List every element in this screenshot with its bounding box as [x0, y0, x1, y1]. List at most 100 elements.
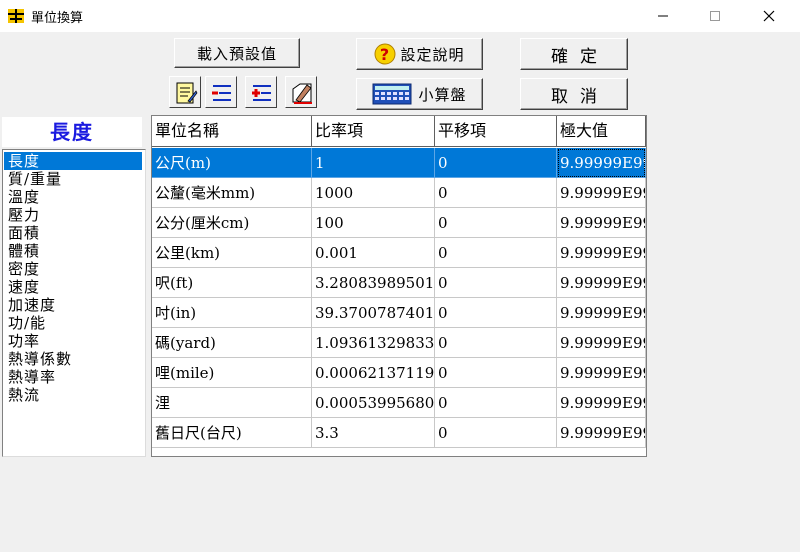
cancel-button[interactable]: 取消 — [520, 78, 628, 110]
cell-unit-name[interactable]: 公分(厘米cm) — [152, 208, 312, 238]
header-max-value[interactable]: 極大值 — [557, 116, 646, 147]
cell-unit-name[interactable]: 公尺(m) — [152, 148, 312, 178]
unit-table[interactable]: 單位名稱 比率項 平移項 極大值 公尺(m) 1 0 9.99999E99 公釐(毫米m… — [151, 115, 647, 457]
cell-ratio[interactable]: 0.000539956803456 — [312, 388, 435, 418]
category-list[interactable]: 長度 質/重量 溫度 壓力 面積 體積 密度 速度 加速度 功/能 功率 熱導係數 熱導率 熱流 — [2, 149, 146, 457]
cell-ratio[interactable]: 100 — [312, 208, 435, 238]
category-item[interactable]: 熱流 — [3, 386, 145, 404]
load-defaults-button[interactable]: 載入預設值 — [174, 38, 300, 68]
category-item[interactable]: 壓力 — [3, 206, 145, 224]
calculator-label: 小算盤 — [418, 85, 467, 104]
cell-ratio[interactable]: 39.37007874015748 — [312, 298, 435, 328]
table-row[interactable]: 哩(mile)0.00062137119223709.99999E99 — [152, 358, 646, 388]
cell-max-value[interactable]: 9.99999E99 — [557, 148, 646, 178]
header-offset[interactable]: 平移項 — [435, 116, 557, 147]
table-row[interactable]: 呎(ft)3.28083989501312309.99999E99 — [152, 268, 646, 298]
cell-max-value[interactable]: 9.99999E99 — [557, 238, 646, 268]
cell-offset[interactable]: 0 — [435, 148, 557, 178]
cell-unit-name[interactable]: 浬 — [152, 388, 312, 418]
cell-offset[interactable]: 0 — [435, 388, 557, 418]
close-button[interactable] — [746, 0, 792, 32]
cell-max-value[interactable]: 9.99999E99 — [557, 178, 646, 208]
load-defaults-label: 載入預設值 — [196, 44, 277, 63]
insert-row-button[interactable] — [245, 76, 277, 108]
cell-max-value[interactable]: 9.99999E99 — [557, 388, 646, 418]
cell-max-value[interactable]: 9.99999E99 — [557, 298, 646, 328]
category-item[interactable]: 密度 — [3, 260, 145, 278]
cell-ratio[interactable]: 1.093613298337708 — [312, 328, 435, 358]
calculator-button[interactable]: 小算盤 — [356, 78, 483, 110]
minimize-icon — [658, 15, 668, 17]
cell-max-value[interactable]: 9.99999E99 — [557, 358, 646, 388]
category-item[interactable]: 熱導率 — [3, 368, 145, 386]
help-button[interactable]: ? 設定說明 — [356, 38, 483, 70]
category-item[interactable]: 面積 — [3, 224, 145, 242]
cell-offset[interactable]: 0 — [435, 418, 557, 448]
close-icon — [763, 10, 775, 22]
cell-offset[interactable]: 0 — [435, 328, 557, 358]
ok-label: 確定 — [551, 46, 609, 67]
help-label: 設定說明 — [400, 45, 465, 64]
category-item[interactable]: 熱導係數 — [3, 350, 145, 368]
cell-unit-name[interactable]: 哩(mile) — [152, 358, 312, 388]
cell-max-value[interactable]: 9.99999E99 — [557, 418, 646, 448]
cell-unit-name[interactable]: 舊日尺(台尺) — [152, 418, 312, 448]
cell-offset[interactable]: 0 — [435, 208, 557, 238]
table-row[interactable]: 碼(yard)1.09361329833770809.99999E99 — [152, 328, 646, 358]
cell-unit-name[interactable]: 公里(km) — [152, 238, 312, 268]
table-row[interactable]: 浬0.00053995680345609.99999E99 — [152, 388, 646, 418]
cell-unit-name[interactable]: 碼(yard) — [152, 328, 312, 358]
category-item[interactable]: 功率 — [3, 332, 145, 350]
ok-button[interactable]: 確定 — [520, 38, 628, 70]
maximize-button[interactable] — [692, 0, 738, 32]
cell-offset[interactable]: 0 — [435, 238, 557, 268]
cell-ratio[interactable]: 3.3 — [312, 418, 435, 448]
cancel-label: 取消 — [551, 86, 609, 107]
cell-ratio[interactable]: 1000 — [312, 178, 435, 208]
category-item[interactable]: 速度 — [3, 278, 145, 296]
cell-max-value[interactable]: 9.99999E99 — [557, 268, 646, 298]
maximize-icon — [710, 11, 720, 21]
cell-offset[interactable]: 0 — [435, 358, 557, 388]
cell-offset[interactable]: 0 — [435, 178, 557, 208]
calculator-icon — [372, 83, 412, 105]
app-icon — [8, 9, 24, 23]
cell-unit-name[interactable]: 公釐(毫米mm) — [152, 178, 312, 208]
cell-max-value[interactable]: 9.99999E99 — [557, 208, 646, 238]
delete-row-button[interactable] — [205, 76, 237, 108]
eraser-icon — [292, 83, 312, 104]
cell-unit-name[interactable]: 呎(ft) — [152, 268, 312, 298]
category-item[interactable]: 溫度 — [3, 188, 145, 206]
minimize-button[interactable] — [640, 0, 686, 32]
help-icon: ? — [374, 43, 396, 65]
table-header: 單位名稱 比率項 平移項 極大值 — [152, 116, 646, 148]
cell-ratio[interactable]: 0.000621371192237 — [312, 358, 435, 388]
edit-item-button[interactable] — [169, 76, 201, 108]
category-item[interactable]: 功/能 — [3, 314, 145, 332]
cell-offset[interactable]: 0 — [435, 298, 557, 328]
cell-max-value[interactable]: 9.99999E99 — [557, 328, 646, 358]
insert-row-icon — [252, 85, 271, 101]
header-ratio[interactable]: 比率項 — [312, 116, 435, 147]
cell-unit-name[interactable]: 吋(in) — [152, 298, 312, 328]
svg-text:?: ? — [380, 45, 390, 64]
category-item[interactable]: 長度 — [4, 152, 142, 170]
table-row[interactable]: 公分(厘米cm) 100 0 9.99999E99 — [152, 208, 646, 238]
category-item[interactable]: 加速度 — [3, 296, 145, 314]
header-unit-name[interactable]: 單位名稱 — [152, 116, 312, 147]
title-bar: 單位換算 — [0, 0, 800, 32]
table-row[interactable]: 公尺(m) 1 0 9.99999E99 — [152, 148, 646, 178]
cell-ratio[interactable]: 0.001 — [312, 238, 435, 268]
notepad-edit-icon — [176, 82, 198, 104]
table-row[interactable]: 公釐(毫米mm) 1000 0 9.99999E99 — [152, 178, 646, 208]
table-row[interactable]: 吋(in)39.3700787401574809.99999E99 — [152, 298, 646, 328]
category-item[interactable]: 質/重量 — [3, 170, 145, 188]
window-title: 單位換算 — [31, 11, 84, 26]
cell-offset[interactable]: 0 — [435, 268, 557, 298]
cell-ratio[interactable]: 3.280839895013123 — [312, 268, 435, 298]
cell-ratio[interactable]: 1 — [312, 148, 435, 178]
category-item[interactable]: 體積 — [3, 242, 145, 260]
clear-button[interactable] — [285, 76, 317, 108]
table-row[interactable]: 公里(km) 0.001 0 9.99999E99 — [152, 238, 646, 268]
table-row[interactable]: 舊日尺(台尺) 3.3 0 9.99999E99 — [152, 418, 646, 448]
